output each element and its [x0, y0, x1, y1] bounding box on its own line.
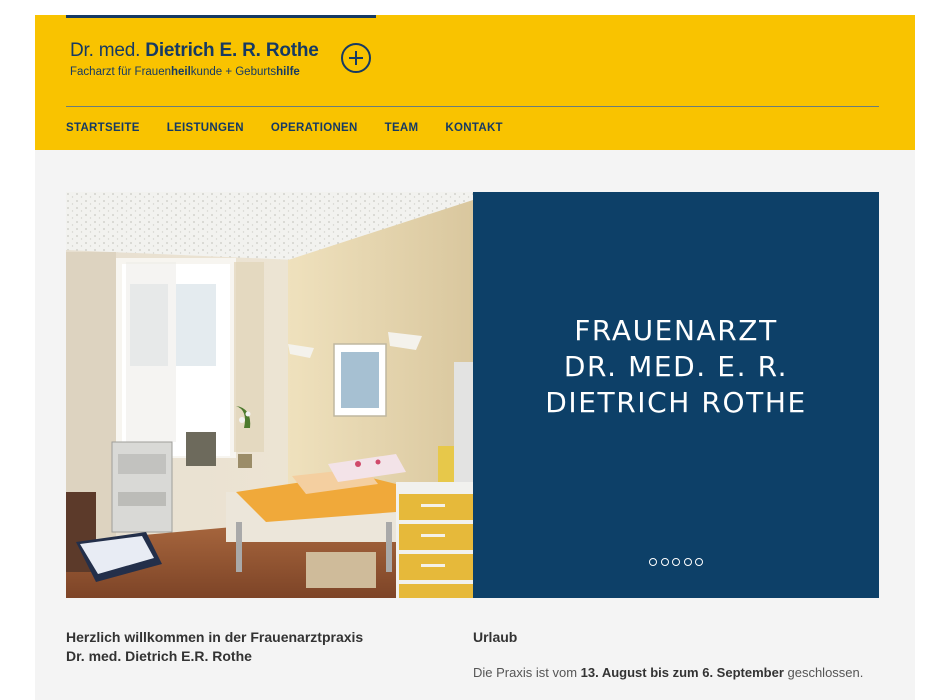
logo-subtitle-part: kunde + Geburts: [190, 66, 277, 78]
vacation-text-after: geschlossen.: [783, 665, 864, 680]
nav-item-leistungen[interactable]: LEISTUNGEN: [167, 122, 244, 134]
slider-pagination: [649, 558, 707, 566]
nav-item-startseite[interactable]: STARTSEITE: [66, 122, 140, 134]
logo-doctor-name: Dietrich E. R. Rothe: [145, 40, 319, 61]
vacation-text: Die Praxis ist vom 13. August bis zum 6.…: [473, 664, 883, 682]
vacation-text-before: Die Praxis ist vom: [473, 665, 581, 680]
main-nav: STARTSEITE LEISTUNGEN OPERATIONEN TEAM K…: [66, 122, 530, 134]
vacation-section: Urlaub Die Praxis ist vom 13. August bis…: [473, 628, 883, 682]
vacation-heading: Urlaub: [473, 629, 518, 645]
logo-name: Dr. med. Dietrich E. R. Rothe: [70, 39, 319, 63]
slider-dot[interactable]: [683, 558, 692, 566]
plus-circle-icon[interactable]: [341, 43, 371, 73]
page: Dr. med. Dietrich E. R. Rothe Facharzt f…: [35, 15, 915, 700]
slider-dot[interactable]: [649, 558, 657, 566]
logo-subtitle-part: heil: [170, 66, 191, 78]
welcome-heading-line: Herzlich willkommen in der Frauenarztpra…: [66, 629, 364, 645]
hero-title-line: DR. MED. E. R.: [563, 350, 789, 383]
site-logo[interactable]: Dr. med. Dietrich E. R. Rothe Facharzt f…: [70, 39, 319, 80]
header-top-bar: [66, 15, 376, 18]
nav-item-team[interactable]: TEAM: [385, 122, 419, 134]
slider-dot[interactable]: [660, 558, 669, 566]
welcome-heading-line: Dr. med. Dietrich E.R. Rothe: [66, 648, 252, 664]
slider-dot[interactable]: [672, 558, 680, 566]
logo-subtitle-part: hilfe: [276, 66, 300, 78]
welcome-section: Herzlich willkommen in der Frauenarztpra…: [66, 628, 436, 666]
hero-slider: FRAUENARZT DR. MED. E. R. DIETRICH ROTHE: [66, 192, 879, 598]
nav-item-kontakt[interactable]: KONTAKT: [445, 122, 502, 134]
header-divider: [66, 106, 879, 107]
logo-subtitle: Facharzt für Frauenheilkunde + Geburtshi…: [70, 64, 319, 80]
nav-item-operationen[interactable]: OPERATIONEN: [271, 122, 358, 134]
logo-subtitle-part: Facharzt für Frauen: [70, 66, 171, 78]
hero-title-line: FRAUENARZT: [574, 314, 778, 347]
hero-title-line: DIETRICH ROTHE: [545, 386, 807, 419]
slider-dot[interactable]: [695, 558, 703, 566]
logo-prefix: Dr. med.: [70, 40, 141, 61]
site-header: Dr. med. Dietrich E. R. Rothe Facharzt f…: [35, 15, 915, 150]
hero-title: FRAUENARZT DR. MED. E. R. DIETRICH ROTHE: [473, 313, 879, 421]
vacation-dates: 13. August bis zum 6. September: [580, 665, 784, 680]
examination-room-photo: [66, 192, 473, 598]
hero-text-panel: FRAUENARZT DR. MED. E. R. DIETRICH ROTHE: [473, 192, 879, 598]
